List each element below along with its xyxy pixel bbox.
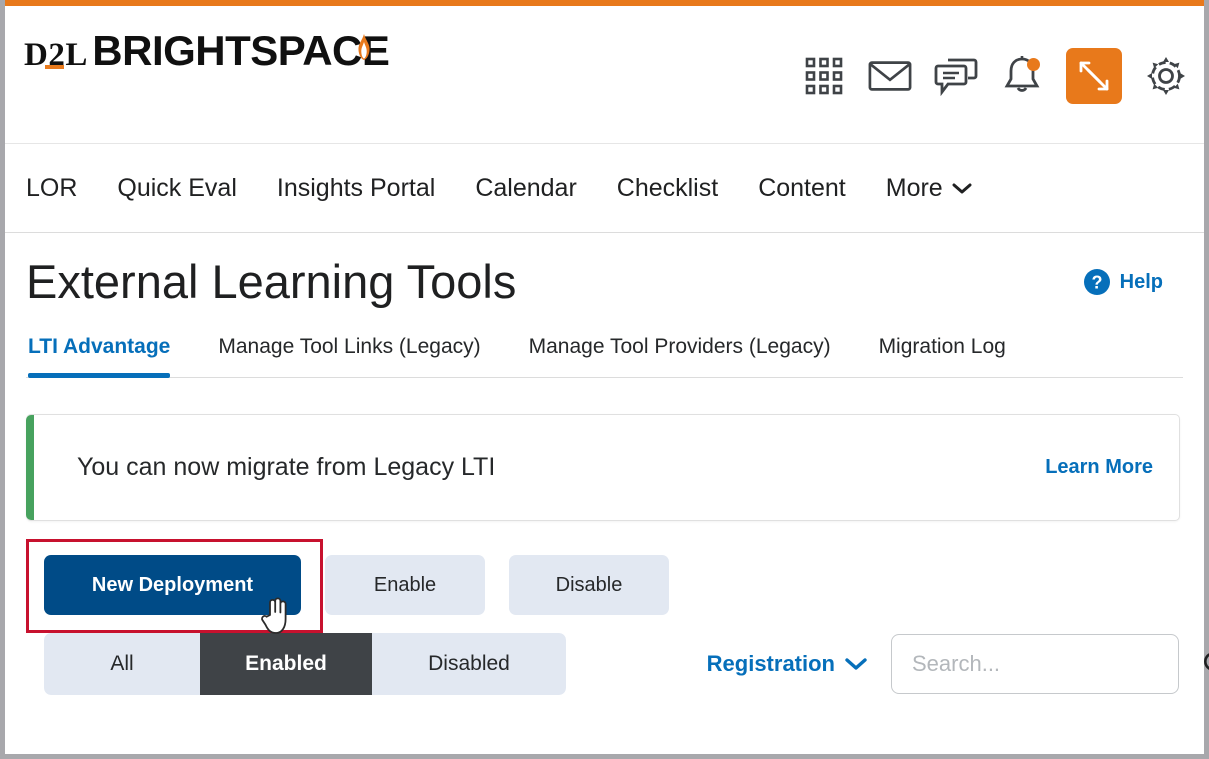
filter-all-label: All	[110, 652, 134, 675]
brightspace-wordmark-text: BRIGHTSPACE	[92, 27, 390, 74]
main-content: External Learning Tools ? Help LTI Advan…	[5, 233, 1209, 695]
new-deployment-button[interactable]: New Deployment	[44, 555, 301, 634]
nav-item-insights-portal[interactable]: Insights Portal	[277, 174, 435, 203]
search-box[interactable]	[891, 634, 1209, 694]
search-submit-button[interactable]	[1202, 650, 1209, 678]
filter-enabled[interactable]: Enabled	[200, 633, 372, 695]
search-input[interactable]	[910, 650, 1202, 678]
nav-item-label: LOR	[26, 173, 78, 202]
enable-button[interactable]: Enable	[325, 555, 485, 615]
help-circle-icon: ?	[1083, 269, 1110, 295]
nav-item-label: Calendar	[475, 173, 577, 202]
filter-disabled-label: Disabled	[428, 652, 510, 675]
waffle-grid-icon[interactable]	[802, 54, 846, 98]
nav-item-more[interactable]: More	[886, 174, 972, 203]
action-button-row: New Deployment Enable Disable	[26, 539, 1183, 634]
d2l-wordmark: D2L	[24, 38, 88, 72]
app-header: D2L BRIGHTSPACE	[5, 6, 1204, 144]
chevron-down-icon	[845, 658, 867, 670]
tab-bar: LTI Advantage Manage Tool Links (Legacy)…	[26, 335, 1183, 378]
nav-item-checklist[interactable]: Checklist	[617, 174, 718, 203]
bell-icon[interactable]	[1000, 54, 1044, 98]
d2l-orange-underline	[45, 65, 64, 69]
filter-right-group: Registration	[707, 634, 1209, 694]
notification-badge	[1027, 58, 1040, 71]
flame-icon	[358, 34, 370, 60]
gear-icon[interactable]	[1144, 54, 1188, 98]
browser-window: D2L BRIGHTSPACE LOR Quick Eval Insights …	[0, 0, 1209, 759]
nav-item-label: Quick Eval	[117, 173, 237, 202]
swap-arrows-icon[interactable]	[1066, 48, 1122, 104]
filter-row: All Enabled Disabled Registration	[26, 633, 1209, 695]
nav-item-label: More	[885, 173, 943, 202]
tab-label: Manage Tool Links (Legacy)	[218, 335, 481, 358]
disable-button-label: Disable	[555, 573, 623, 596]
status-filter-segmented-control: All Enabled Disabled	[44, 633, 566, 695]
nav-item-content[interactable]: Content	[758, 174, 846, 203]
primary-navigation: LOR Quick Eval Insights Portal Calendar …	[5, 144, 1204, 233]
help-link-label: Help	[1119, 270, 1163, 293]
nav-item-quick-eval[interactable]: Quick Eval	[117, 174, 236, 203]
banner-learn-more-link[interactable]: Learn More	[1045, 456, 1153, 479]
banner-accent-bar	[26, 415, 34, 520]
banner-body: You can now migrate from Legacy LTI Lear…	[34, 415, 1179, 520]
brand-logo[interactable]: D2L BRIGHTSPACE	[24, 26, 390, 74]
svg-text:?: ?	[1091, 273, 1102, 293]
tab-label: LTI Advantage	[28, 335, 171, 358]
search-icon	[1204, 653, 1209, 670]
filter-enabled-label: Enabled	[245, 652, 327, 675]
registration-dropdown[interactable]: Registration	[707, 651, 867, 677]
nav-item-label: Insights Portal	[276, 173, 436, 202]
tab-lti-advantage[interactable]: LTI Advantage	[28, 335, 171, 378]
nav-item-calendar[interactable]: Calendar	[475, 174, 576, 203]
filter-disabled[interactable]: Disabled	[372, 633, 566, 695]
nav-item-label: Content	[758, 173, 846, 202]
nav-item-lor[interactable]: LOR	[26, 174, 77, 203]
page-title-row: External Learning Tools ? Help	[26, 233, 1183, 311]
chevron-down-icon	[952, 183, 972, 193]
banner-message: You can now migrate from Legacy LTI	[77, 453, 496, 481]
tab-migration-log[interactable]: Migration Log	[879, 335, 1006, 377]
migration-banner: You can now migrate from Legacy LTI Lear…	[26, 414, 1180, 521]
tab-manage-tool-providers-legacy[interactable]: Manage Tool Providers (Legacy)	[529, 335, 831, 377]
enable-button-label: Enable	[373, 573, 437, 596]
mouse-cursor-pointer	[261, 597, 287, 634]
tab-label: Migration Log	[878, 335, 1006, 358]
new-deployment-button-label: New Deployment	[91, 573, 254, 596]
envelope-icon[interactable]	[868, 54, 912, 98]
disable-button[interactable]: Disable	[509, 555, 669, 615]
filter-all[interactable]: All	[44, 633, 200, 695]
registration-dropdown-label: Registration	[706, 651, 835, 676]
tab-label: Manage Tool Providers (Legacy)	[528, 335, 831, 358]
brightspace-wordmark: BRIGHTSPACE	[92, 27, 390, 74]
header-icon-group	[802, 48, 1188, 104]
chat-bubbles-icon[interactable]	[934, 54, 978, 98]
nav-item-label: Checklist	[616, 173, 719, 202]
page-title: External Learning Tools	[26, 255, 517, 308]
help-link[interactable]: ? Help	[1083, 268, 1163, 296]
tab-manage-tool-links-legacy[interactable]: Manage Tool Links (Legacy)	[218, 335, 480, 377]
